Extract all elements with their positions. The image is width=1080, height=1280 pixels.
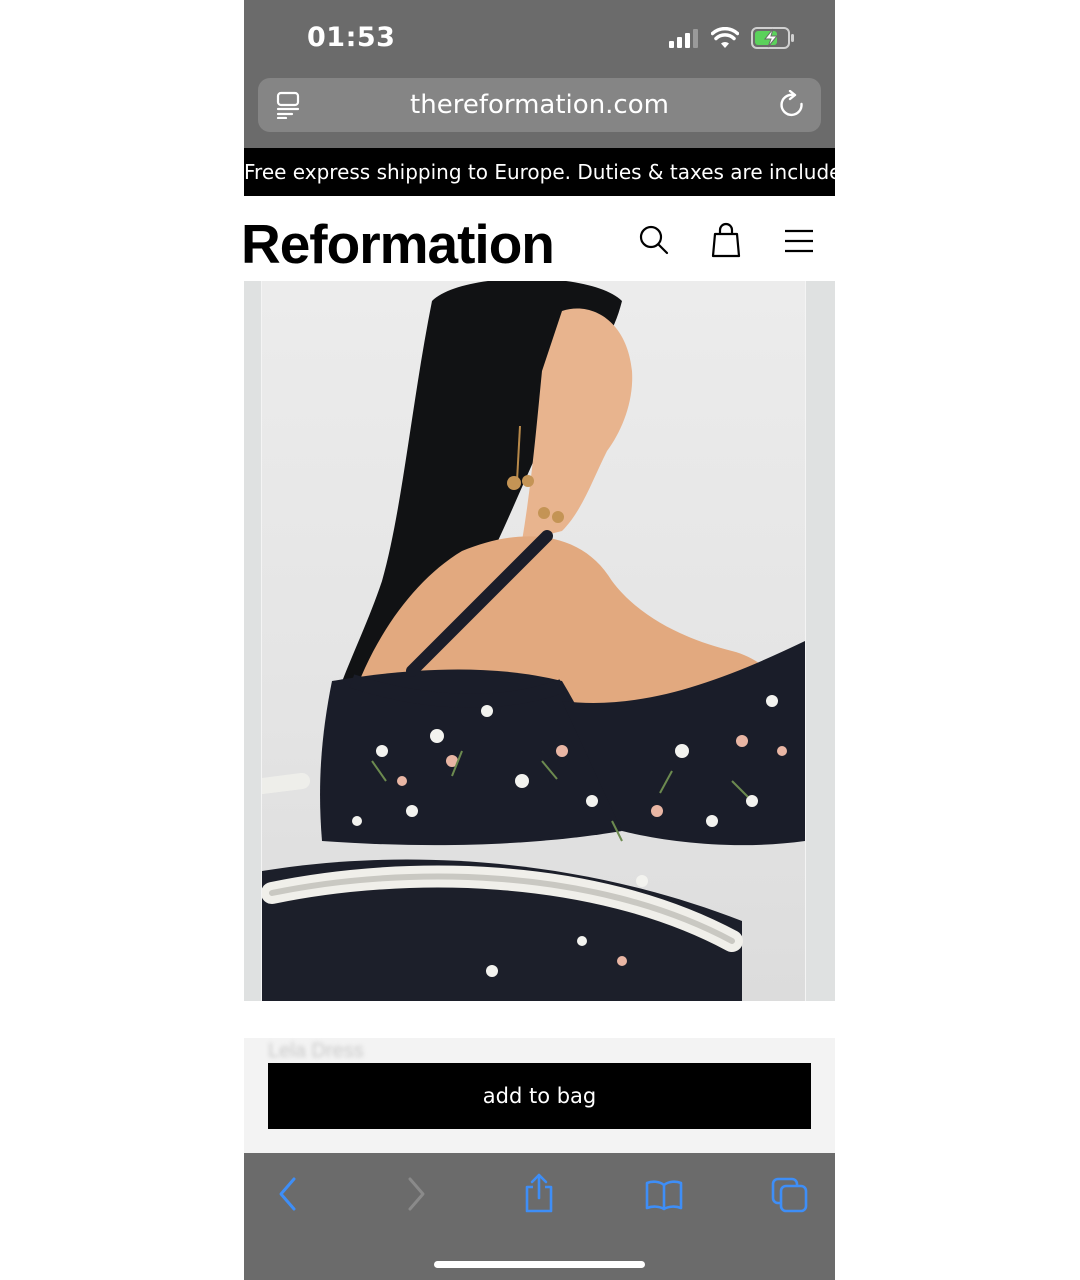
model-illustration — [254, 281, 805, 1001]
status-icons — [669, 27, 795, 49]
phone-screen: 01:53 thereformation.com Free express sh… — [244, 0, 835, 1280]
product-name: Lela Dress — [268, 1040, 364, 1062]
tabs-icon[interactable] — [771, 1177, 809, 1213]
product-image[interactable] — [244, 281, 835, 1001]
bag-icon[interactable] — [711, 222, 741, 258]
share-icon[interactable] — [523, 1173, 555, 1213]
wifi-icon — [711, 27, 739, 48]
search-icon[interactable] — [638, 224, 670, 256]
add-to-bag-button[interactable]: add to bag — [268, 1063, 811, 1129]
home-indicator[interactable] — [434, 1261, 645, 1268]
menu-icon[interactable] — [784, 229, 814, 253]
bookmarks-icon[interactable] — [645, 1179, 683, 1211]
product-purchase-bar: Lela Dress add to bag — [244, 1038, 835, 1153]
promo-banner: Free express shipping to Europe. Duties … — [244, 148, 835, 196]
browser-bottom-toolbar — [244, 1153, 835, 1280]
battery-charging-icon — [751, 27, 794, 49]
reload-icon[interactable] — [779, 90, 807, 120]
browser-top-chrome: 01:53 thereformation.com — [244, 0, 835, 148]
signal-icon — [669, 29, 698, 48]
site-logo[interactable]: Reformation — [244, 212, 555, 276]
url-text[interactable]: thereformation.com — [258, 90, 821, 120]
site-header: Reformation — [244, 196, 835, 281]
back-icon[interactable] — [276, 1175, 300, 1213]
forward-icon[interactable] — [404, 1175, 428, 1213]
product-photo — [254, 281, 806, 1001]
url-bar[interactable]: thereformation.com — [258, 78, 821, 132]
status-time: 01:53 — [307, 22, 396, 53]
